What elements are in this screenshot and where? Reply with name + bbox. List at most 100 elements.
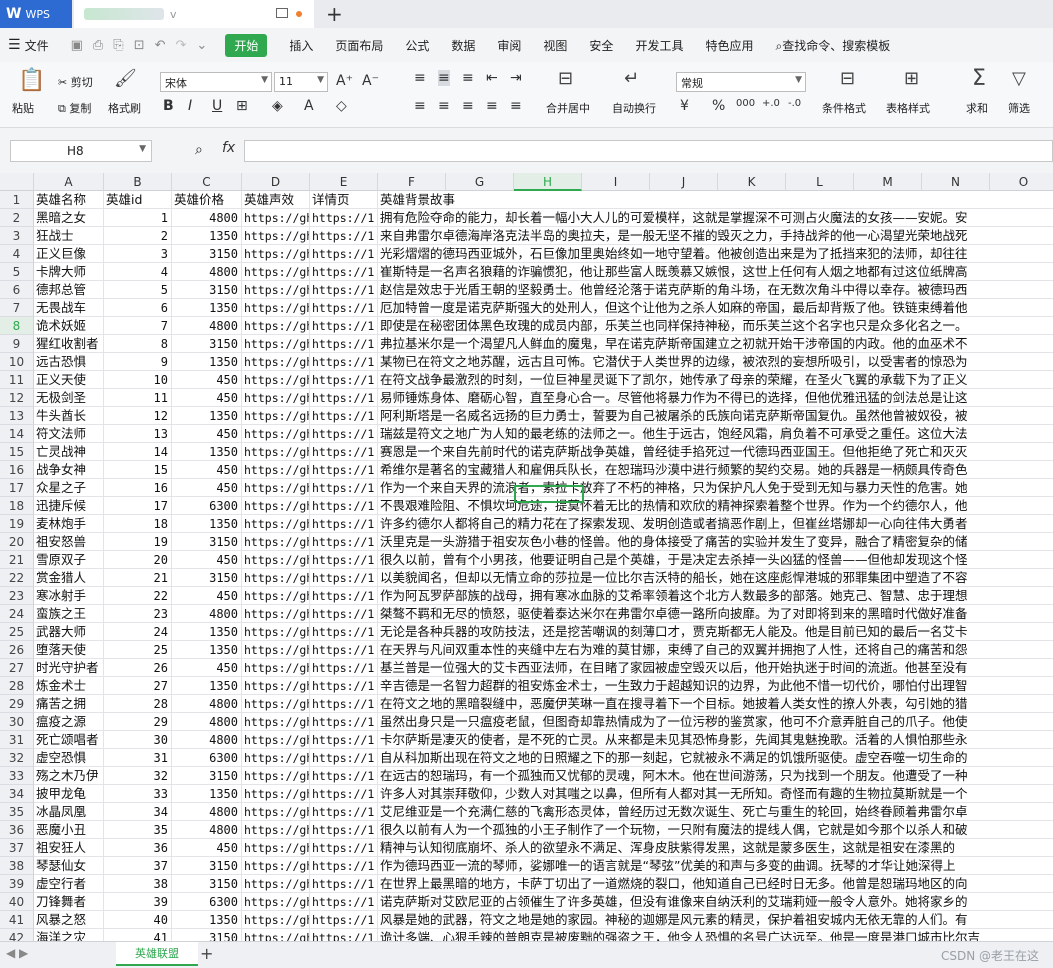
border-icon[interactable]: ⊞	[236, 98, 248, 114]
cell-f11[interactable]: 在符文战争最激烈的时刻，一位巨神星灵诞下了凯尔，她传承了母亲的荣耀，在圣火飞翼的…	[378, 371, 1053, 389]
cell-e27[interactable]: https://1	[310, 659, 378, 677]
cell-e1[interactable]: 详情页	[310, 191, 378, 209]
cell-e40[interactable]: https://1	[310, 893, 378, 911]
cell-b6[interactable]: 5	[104, 281, 172, 299]
cell-d14[interactable]: https://gh	[242, 425, 310, 443]
cell-a12[interactable]: 无极剑圣	[34, 389, 104, 407]
row-header[interactable]: 6	[0, 281, 34, 299]
formula-input[interactable]	[244, 140, 1053, 162]
cell-e25[interactable]: https://1	[310, 623, 378, 641]
row-header[interactable]: 33	[0, 767, 34, 785]
cell-e16[interactable]: https://1	[310, 461, 378, 479]
cell-b5[interactable]: 4	[104, 263, 172, 281]
cell-f4[interactable]: 光彩熠熠的德玛西亚城外，石巨像加里奥始终如一地守望着。他被创造出来是为了抵挡来犯…	[378, 245, 1053, 263]
row-header[interactable]: 10	[0, 353, 34, 371]
cell-a38[interactable]: 琴瑟仙女	[34, 857, 104, 875]
row-header[interactable]: 41	[0, 911, 34, 929]
cell-b28[interactable]: 27	[104, 677, 172, 695]
cell-d19[interactable]: https://gh	[242, 515, 310, 533]
hamburger-icon[interactable]: ☰	[8, 37, 21, 53]
cell-d6[interactable]: https://gh	[242, 281, 310, 299]
cell-name-box[interactable]: H8 ▼	[10, 140, 152, 162]
cell-c22[interactable]: 3150	[172, 569, 242, 587]
tab-developer[interactable]: 开发工具	[635, 37, 683, 54]
cell-c12[interactable]: 450	[172, 389, 242, 407]
row-header[interactable]: 4	[0, 245, 34, 263]
wrap-text-button[interactable]: 自动换行	[612, 100, 656, 116]
cell-f5[interactable]: 崔斯特是一名声名狼藉的诈骗惯犯，他让那些富人既羡慕又嫉恨，这世上任何有人烟之地都…	[378, 263, 1053, 281]
filter-button[interactable]: 筛选	[1008, 100, 1030, 116]
cell-f40[interactable]: 诺克萨斯对艾欧尼亚的占领催生了许多英雄，但没有谁像来自纳沃利的艾瑞莉娅一般令人意…	[378, 893, 1053, 911]
align-left-icon[interactable]: ≡	[414, 98, 426, 114]
table-style-icon[interactable]: ⊞	[904, 68, 919, 89]
cell-e30[interactable]: https://1	[310, 713, 378, 731]
align-middle-icon[interactable]: ≡	[438, 70, 450, 86]
row-header[interactable]: 30	[0, 713, 34, 731]
cell-c41[interactable]: 1350	[172, 911, 242, 929]
column-header-c[interactable]: C	[172, 173, 242, 191]
cell-f18[interactable]: 不畏艰难险阻、不惧坎坷危途，提莫怀着无比的热情和欢欣的精神探索着整个世界。作为一…	[378, 497, 1053, 515]
cell-d11[interactable]: https://gh	[242, 371, 310, 389]
cell-a2[interactable]: 黑暗之女	[34, 209, 104, 227]
cell-d22[interactable]: https://gh	[242, 569, 310, 587]
currency-icon[interactable]: ¥	[680, 98, 689, 114]
cell-e17[interactable]: https://1	[310, 479, 378, 497]
cell-c18[interactable]: 6300	[172, 497, 242, 515]
cell-b31[interactable]: 30	[104, 731, 172, 749]
row-header[interactable]: 32	[0, 749, 34, 767]
number-format-select[interactable]: 常规 ▼	[676, 72, 806, 92]
cell-d36[interactable]: https://gh	[242, 821, 310, 839]
row-header[interactable]: 11	[0, 371, 34, 389]
cell-b32[interactable]: 31	[104, 749, 172, 767]
cell-f21[interactable]: 很久以前，曾有个小男孩，他要证明自己是个英雄，于是决定去杀掉一头凶猛的怪兽——但…	[378, 551, 1053, 569]
copy-button[interactable]: ⧉ 复制	[58, 100, 91, 116]
print-icon[interactable]: ⎙	[93, 38, 103, 53]
cell-b34[interactable]: 33	[104, 785, 172, 803]
row-header[interactable]: 18	[0, 497, 34, 515]
row-header[interactable]: 38	[0, 857, 34, 875]
cell-a14[interactable]: 符文法师	[34, 425, 104, 443]
cell-c34[interactable]: 1350	[172, 785, 242, 803]
cell-e14[interactable]: https://1	[310, 425, 378, 443]
cell-a30[interactable]: 瘟疫之源	[34, 713, 104, 731]
cell-b22[interactable]: 21	[104, 569, 172, 587]
cell-c32[interactable]: 6300	[172, 749, 242, 767]
cell-b17[interactable]: 16	[104, 479, 172, 497]
cell-e5[interactable]: https://1	[310, 263, 378, 281]
cell-d30[interactable]: https://gh	[242, 713, 310, 731]
cell-c29[interactable]: 4800	[172, 695, 242, 713]
cell-c7[interactable]: 1350	[172, 299, 242, 317]
format-painter-button[interactable]: 格式刷	[108, 100, 141, 116]
cell-c15[interactable]: 1350	[172, 443, 242, 461]
cell-c36[interactable]: 4800	[172, 821, 242, 839]
cell-b15[interactable]: 14	[104, 443, 172, 461]
cell-f35[interactable]: 艾尼维亚是一个充满仁慈的飞禽形态灵体，曾经历过无数次诞生、死亡与重生的轮回，始终…	[378, 803, 1053, 821]
cell-e19[interactable]: https://1	[310, 515, 378, 533]
cell-e33[interactable]: https://1	[310, 767, 378, 785]
cell-d7[interactable]: https://gh	[242, 299, 310, 317]
row-header[interactable]: 35	[0, 803, 34, 821]
cell-c10[interactable]: 1350	[172, 353, 242, 371]
fx-icon[interactable]: fx	[222, 140, 235, 156]
cell-e31[interactable]: https://1	[310, 731, 378, 749]
decrease-decimal-icon[interactable]: -.0	[788, 98, 801, 109]
cell-d37[interactable]: https://gh	[242, 839, 310, 857]
font-grow-icon[interactable]: A⁺	[336, 73, 353, 89]
row-header[interactable]: 21	[0, 551, 34, 569]
cell-e11[interactable]: https://1	[310, 371, 378, 389]
cell-f39[interactable]: 在世界上最黑暗的地方，卡萨丁切出了一道燃烧的裂口，他知道自己已经时日无多。他曾是…	[378, 875, 1053, 893]
distributed-icon[interactable]: ≡	[510, 98, 522, 114]
cell-a21[interactable]: 雪原双子	[34, 551, 104, 569]
cell-d41[interactable]: https://gh	[242, 911, 310, 929]
cell-f7[interactable]: 厄加特曾一度是诺克萨斯强大的处刑人，但这个让他为之杀人如麻的帝国，最后却背叛了他…	[378, 299, 1053, 317]
cell-c6[interactable]: 3150	[172, 281, 242, 299]
command-search[interactable]: ⌕查找命令、搜索模板	[775, 37, 890, 54]
cell-d42[interactable]: https://gh	[242, 929, 310, 941]
row-header[interactable]: 19	[0, 515, 34, 533]
row-header[interactable]: 16	[0, 461, 34, 479]
cell-f24[interactable]: 桀骜不羁和无尽的愤怒，驱使着泰达米尔在弗雷尔卓德一路所向披靡。为了对即将到来的黑…	[378, 605, 1053, 623]
wps-home-tab[interactable]: W WPS	[0, 0, 72, 28]
cell-f26[interactable]: 在天界与凡间双重本性的夹缝中左右为难的莫甘娜，束缚了自己的双翼并拥抱了人性，还将…	[378, 641, 1053, 659]
cell-d31[interactable]: https://gh	[242, 731, 310, 749]
cell-e8[interactable]: https://1	[310, 317, 378, 335]
